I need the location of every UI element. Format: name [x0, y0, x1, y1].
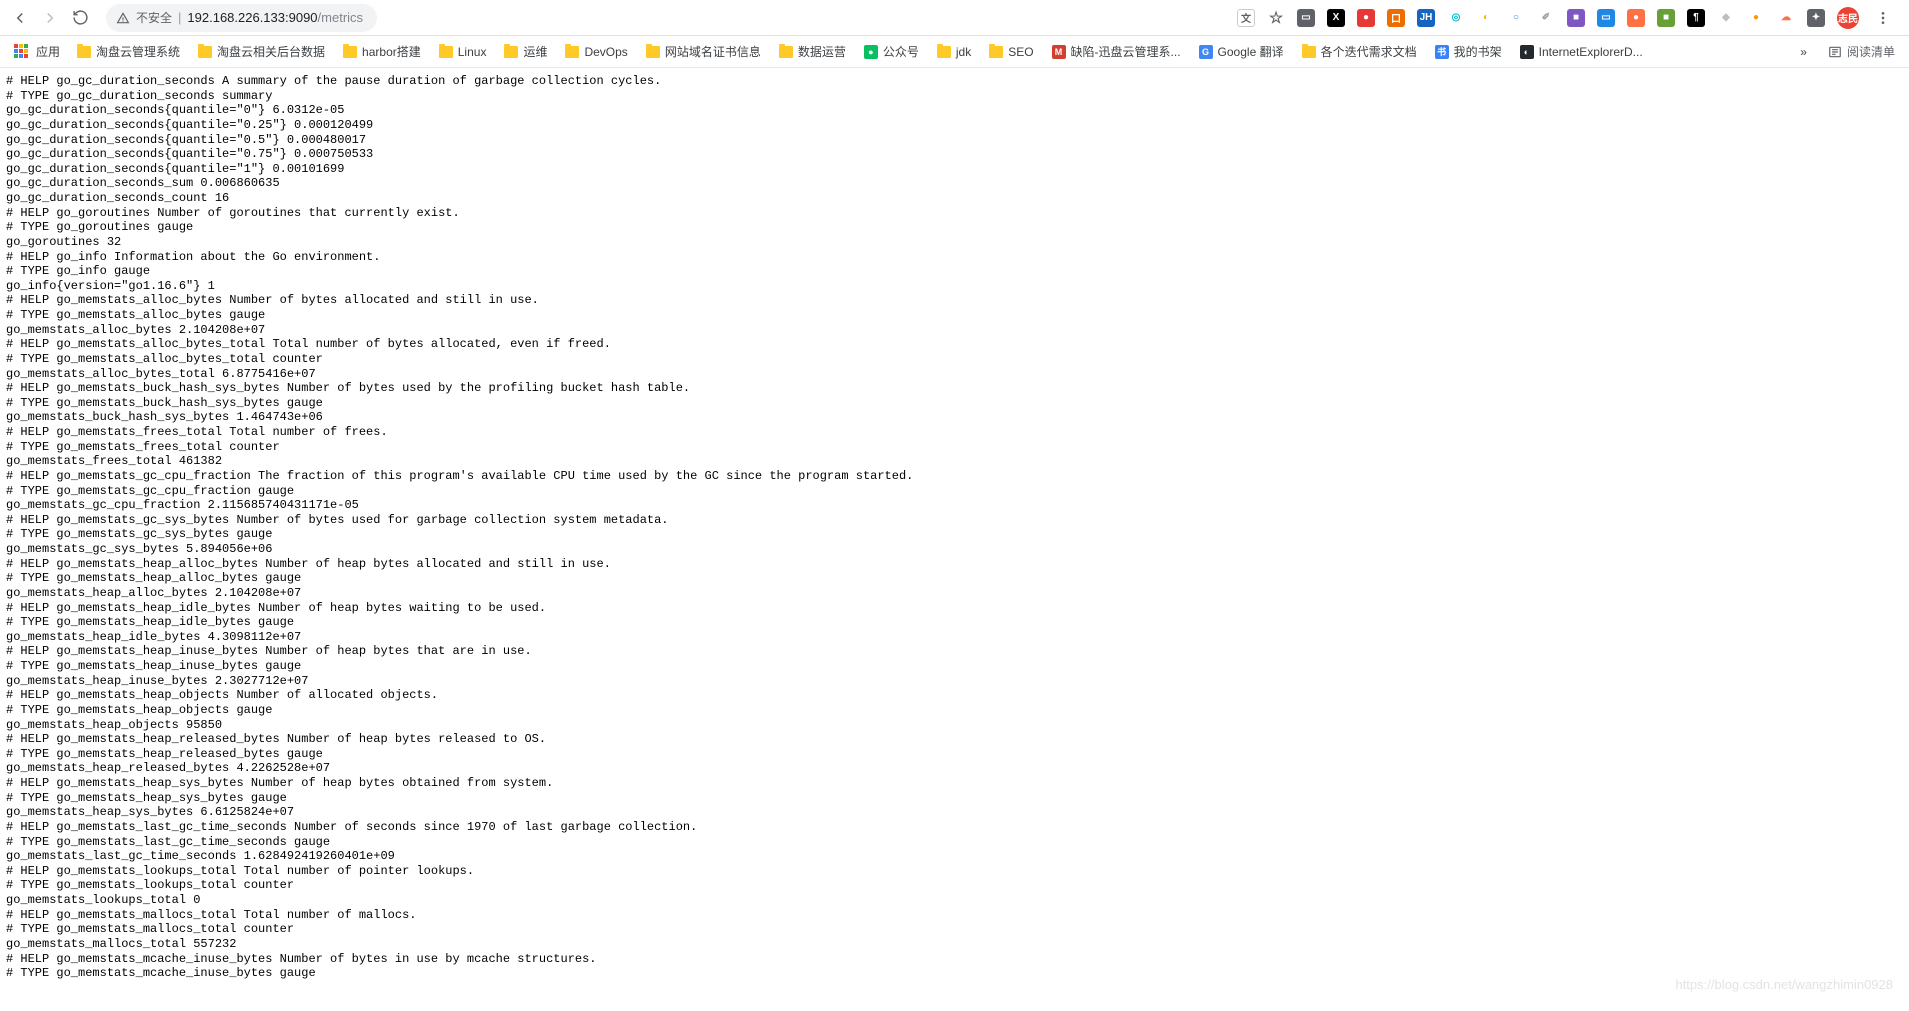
- back-button[interactable]: [8, 6, 32, 30]
- folder-icon: [989, 46, 1003, 58]
- extension-icon[interactable]: ●: [1627, 9, 1645, 27]
- separator: |: [178, 10, 181, 25]
- bookmarks-overflow[interactable]: »: [1793, 42, 1814, 62]
- bookmark-item[interactable]: 淘盘云管理系统: [70, 40, 187, 63]
- bookmark-star-icon[interactable]: ☆: [1267, 9, 1285, 27]
- bookmark-label: Google 翻译: [1218, 43, 1284, 60]
- bookmark-label: InternetExplorerD...: [1539, 45, 1643, 59]
- extension-icon[interactable]: JH: [1417, 9, 1435, 27]
- bookmark-label: DevOps: [584, 45, 627, 59]
- bookmark-label: 缺陷-迅盘云管理系...: [1071, 43, 1181, 60]
- extension-icon[interactable]: ●: [1747, 9, 1765, 27]
- favicon: ●: [864, 45, 878, 59]
- extension-icon[interactable]: ☁: [1777, 9, 1795, 27]
- reading-list-button[interactable]: 阅读清单: [1822, 40, 1901, 63]
- bookmark-item[interactable]: DevOps: [558, 42, 634, 62]
- translate-icon[interactable]: 文: [1237, 9, 1255, 27]
- url-text: 192.168.226.133:9090/metrics: [187, 10, 367, 25]
- bookmark-label: 运维: [523, 43, 547, 60]
- bookmark-item[interactable]: jdk: [930, 42, 978, 62]
- bookmark-label: 网站域名证书信息: [665, 43, 761, 60]
- toolbar-right: 文 ☆ ▭ X ● 口 JH ◎ ◐ ○ ✐ ■ ▭ ● ■ ¶ ◆ ● ☁ ✦ 志民: [1237, 6, 1901, 30]
- bookmark-item[interactable]: Linux: [432, 42, 494, 62]
- apps-button[interactable]: 应用: [8, 41, 66, 62]
- extension-icon[interactable]: ○: [1507, 9, 1525, 27]
- extension-icon[interactable]: ✦: [1807, 9, 1825, 27]
- favicon: 书: [1435, 45, 1449, 59]
- folder-icon: [565, 46, 579, 58]
- folder-icon: [198, 46, 212, 58]
- folder-icon: [937, 46, 951, 58]
- reload-button[interactable]: [68, 6, 92, 30]
- forward-button[interactable]: [38, 6, 62, 30]
- extension-icon[interactable]: ■: [1567, 9, 1585, 27]
- extension-icon[interactable]: ■: [1657, 9, 1675, 27]
- bookmark-item[interactable]: 运维: [497, 40, 554, 63]
- bookmark-label: 淘盘云管理系统: [96, 43, 180, 60]
- bookmark-item[interactable]: 网站域名证书信息: [639, 40, 768, 63]
- watermark: https://blog.csdn.net/wangzhimin0928: [1675, 977, 1893, 992]
- folder-icon: [646, 46, 660, 58]
- bookmarks-bar: 应用 淘盘云管理系统 淘盘云相关后台数据 harbor搭建 Linux 运维 DevOps…: [0, 36, 1909, 68]
- bookmark-label: 公众号: [883, 43, 919, 60]
- bookmark-item[interactable]: 数据运营: [772, 40, 853, 63]
- bookmark-label: jdk: [956, 45, 971, 59]
- bookmark-label: 数据运营: [798, 43, 846, 60]
- extension-icon[interactable]: ✐: [1537, 9, 1555, 27]
- favicon: M: [1052, 45, 1066, 59]
- extension-icon[interactable]: ◎: [1447, 9, 1465, 27]
- address-bar[interactable]: 不安全 | 192.168.226.133:9090/metrics: [106, 4, 377, 32]
- bookmark-item[interactable]: 淘盘云相关后台数据: [191, 40, 332, 63]
- extension-icon[interactable]: ▭: [1297, 9, 1315, 27]
- extension-icon[interactable]: ●: [1357, 9, 1375, 27]
- bookmark-label: Linux: [458, 45, 487, 59]
- extension-icon[interactable]: ◆: [1717, 9, 1735, 27]
- reading-list-label: 阅读清单: [1847, 43, 1895, 60]
- extension-icon[interactable]: X: [1327, 9, 1345, 27]
- not-secure-icon: [116, 11, 130, 25]
- extension-icon[interactable]: ¶: [1687, 9, 1705, 27]
- bookmark-item[interactable]: ● 公众号: [857, 40, 926, 63]
- security-label: 不安全: [136, 9, 172, 26]
- bookmark-item[interactable]: 书我的书架: [1428, 40, 1509, 63]
- favicon: ◐: [1520, 45, 1534, 59]
- reading-list-icon: [1828, 45, 1842, 59]
- browser-toolbar: 不安全 | 192.168.226.133:9090/metrics 文 ☆ ▭…: [0, 0, 1909, 36]
- bookmark-label: harbor搭建: [362, 43, 421, 60]
- folder-icon: [343, 46, 357, 58]
- profile-avatar[interactable]: 志民: [1837, 7, 1859, 29]
- favicon: G: [1199, 45, 1213, 59]
- extension-icon[interactable]: ◐: [1477, 9, 1495, 27]
- folder-icon: [779, 46, 793, 58]
- bookmark-item[interactable]: SEO: [982, 42, 1040, 62]
- bookmark-item[interactable]: M 缺陷-迅盘云管理系...: [1045, 40, 1188, 63]
- apps-label: 应用: [36, 43, 60, 60]
- extension-icon[interactable]: 口: [1387, 9, 1405, 27]
- bookmark-item[interactable]: 各个迭代需求文档: [1295, 40, 1424, 63]
- folder-icon: [1302, 46, 1316, 58]
- bookmark-item[interactable]: ◐ InternetExplorerD...: [1513, 42, 1650, 62]
- apps-icon: [14, 44, 30, 60]
- bookmark-item[interactable]: G Google 翻译: [1192, 40, 1291, 63]
- menu-button[interactable]: [1871, 6, 1895, 30]
- bookmark-label: 各个迭代需求文档: [1321, 43, 1417, 60]
- metrics-output: # HELP go_gc_duration_seconds A summary …: [0, 68, 1909, 1011]
- bookmark-label: 淘盘云相关后台数据: [217, 43, 325, 60]
- folder-icon: [504, 46, 518, 58]
- bookmark-label: SEO: [1008, 45, 1033, 59]
- folder-icon: [77, 46, 91, 58]
- bookmark-item[interactable]: harbor搭建: [336, 40, 428, 63]
- folder-icon: [439, 46, 453, 58]
- bookmark-label: 我的书架: [1454, 43, 1502, 60]
- extension-icon[interactable]: ▭: [1597, 9, 1615, 27]
